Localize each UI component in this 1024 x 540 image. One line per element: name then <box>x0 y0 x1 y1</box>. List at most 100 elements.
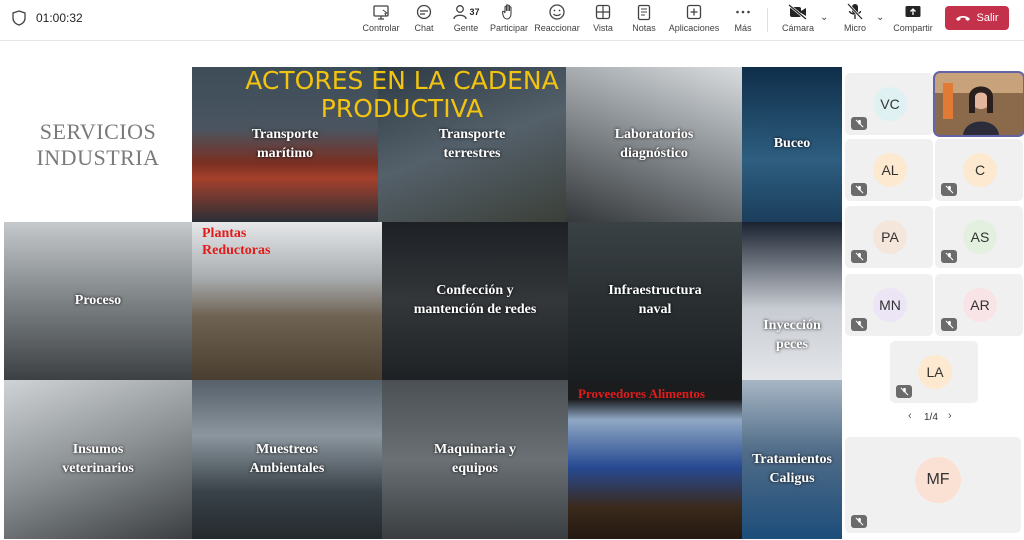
avatar: VC <box>873 87 907 121</box>
participant-gallery: VC AL C PA AS MN AR LA ‹ 1/4 › MF <box>842 41 1024 540</box>
tile-insumos-veterinarios: Insumos veterinarios <box>4 380 192 539</box>
tile-laboratorios: Laboratorios diagnóstico <box>566 67 742 222</box>
vista-label: Vista <box>593 23 613 33</box>
vista-button[interactable]: Vista <box>590 3 616 37</box>
services-industry-label: SERVICIOS INDUSTRIA <box>4 67 192 222</box>
mic-button[interactable]: Micro <box>840 3 870 37</box>
people-count: 37 <box>469 7 480 17</box>
hang-up-icon <box>956 16 971 21</box>
camera-label: Cámara <box>781 23 814 33</box>
tile-label: Ambientales <box>249 460 325 476</box>
leave-button[interactable]: Salir <box>945 6 1009 30</box>
tile-buceo: Buceo <box>742 67 842 222</box>
toolbar-divider <box>767 8 768 32</box>
smiley-icon <box>549 4 565 20</box>
mic-muted-icon <box>941 183 957 196</box>
shield-icon <box>12 10 26 26</box>
tile-plantas-reductoras: Plantas Reductoras <box>192 222 382 380</box>
grid-view-icon <box>595 4 611 20</box>
previous-page-chevron-icon[interactable]: ‹ <box>908 410 912 422</box>
screen-control-icon <box>373 5 389 20</box>
next-page-chevron-icon[interactable]: › <box>948 410 952 422</box>
mic-options-chevron-icon[interactable]: ⌄ <box>876 12 884 23</box>
meeting-toolbar: 01:00:32 Controlar Chat 37 Gente Partici… <box>0 0 1024 41</box>
tile-infraestructura-naval: Infraestructura naval <box>568 222 742 380</box>
tile-label: equipos <box>452 460 498 476</box>
presentation-slide: SERVICIOS INDUSTRIA Transporte marítimo T… <box>4 67 842 539</box>
more-icon <box>736 10 750 14</box>
aplicaciones-button[interactable]: Aplicaciones <box>666 3 722 37</box>
tile-label: Plantas <box>202 226 247 241</box>
tile-proveedores-alimentos: Proveedores Alimentos <box>568 380 742 539</box>
gente-label: Gente <box>453 23 479 33</box>
tile-label: Tratamientos <box>752 451 832 467</box>
participant-tile[interactable]: AS <box>935 206 1023 268</box>
gallery-page-indicator: 1/4 <box>924 412 938 423</box>
tile-confeccion-redes: Confección y mantención de redes <box>382 222 568 380</box>
tile-label: marítimo <box>257 145 313 161</box>
avatar: AL <box>873 153 907 187</box>
tile-label: peces <box>776 337 808 352</box>
tile-label: veterinarios <box>62 460 134 476</box>
avatar: C <box>963 153 997 187</box>
avatar: MF <box>915 457 961 503</box>
tile-label: Caligus <box>769 470 815 486</box>
shared-content-stage: SERVICIOS INDUSTRIA Transporte marítimo T… <box>0 41 842 540</box>
tile-label: Maquinaria y <box>433 441 517 457</box>
share-button[interactable]: Compartir <box>892 3 934 37</box>
tile-inyeccion-peces: Inyección peces <box>742 222 842 380</box>
services-line1: SERVICIOS <box>39 118 157 144</box>
notas-button[interactable]: Notas <box>630 3 658 37</box>
tile-label: Inyección <box>763 318 821 334</box>
add-apps-icon <box>686 4 702 20</box>
participant-tile[interactable]: AR <box>935 274 1023 336</box>
participant-tile[interactable]: VC <box>845 73 933 135</box>
camera-options-chevron-icon[interactable]: ⌄ <box>820 12 828 23</box>
self-video-icon <box>935 73 1023 135</box>
chat-icon <box>416 4 432 20</box>
aplicaciones-label: Aplicaciones <box>668 23 720 33</box>
participar-label: Participar <box>489 23 528 33</box>
raise-hand-icon <box>501 4 512 20</box>
participant-tile[interactable]: LA <box>890 341 978 403</box>
camera-button[interactable]: Cámara <box>780 3 816 37</box>
mic-muted-icon <box>851 515 867 528</box>
reaccionar-button[interactable]: Reaccionar <box>534 3 580 37</box>
leave-label: Salir <box>976 12 999 24</box>
participant-tile[interactable]: AL <box>845 139 933 201</box>
participant-tile[interactable]: MN <box>845 274 933 336</box>
mic-muted-icon <box>851 318 867 331</box>
tile-label-red: Proveedores Alimentos <box>578 386 705 401</box>
participant-tile[interactable]: MF <box>845 437 1021 533</box>
participar-button[interactable]: Participar <box>489 3 529 37</box>
avatar: AS <box>963 220 997 254</box>
mic-muted-icon <box>851 117 867 130</box>
mic-label: Micro <box>844 23 866 33</box>
tile-transporte-terrestre: Transporte terrestres <box>378 67 566 222</box>
tile-label: Muestreos <box>256 441 318 457</box>
share-label: Compartir <box>893 23 933 33</box>
tile-label: Insumos <box>72 441 124 457</box>
notas-label: Notas <box>632 23 656 33</box>
tile-label: Infraestructura <box>608 283 702 299</box>
controlar-button[interactable]: Controlar <box>362 3 400 37</box>
share-screen-icon <box>905 6 921 17</box>
tile-tratamientos-caligus: Tratamientos Caligus <box>742 380 842 539</box>
meeting-timer: 01:00:32 <box>36 11 83 25</box>
chat-button[interactable]: Chat <box>411 3 437 37</box>
controlar-label: Controlar <box>362 23 400 33</box>
services-line2: INDUSTRIA <box>36 144 160 170</box>
more-button[interactable]: Más <box>732 3 754 37</box>
mic-muted-icon <box>851 250 867 263</box>
gente-button[interactable]: 37 Gente <box>448 3 484 37</box>
self-video-tile[interactable] <box>933 71 1024 137</box>
participant-tile[interactable]: C <box>935 139 1023 201</box>
mic-muted-icon <box>941 318 957 331</box>
tile-proceso: Proceso <box>4 222 192 380</box>
tile-label: diagnóstico <box>620 145 688 161</box>
tile-label: Laboratorios <box>614 126 694 142</box>
camera-off-icon <box>788 4 807 20</box>
tile-label: Buceo <box>773 136 811 152</box>
tile-maquinaria-equipos: Maquinaria y equipos <box>382 380 568 539</box>
participant-tile[interactable]: PA <box>845 206 933 268</box>
